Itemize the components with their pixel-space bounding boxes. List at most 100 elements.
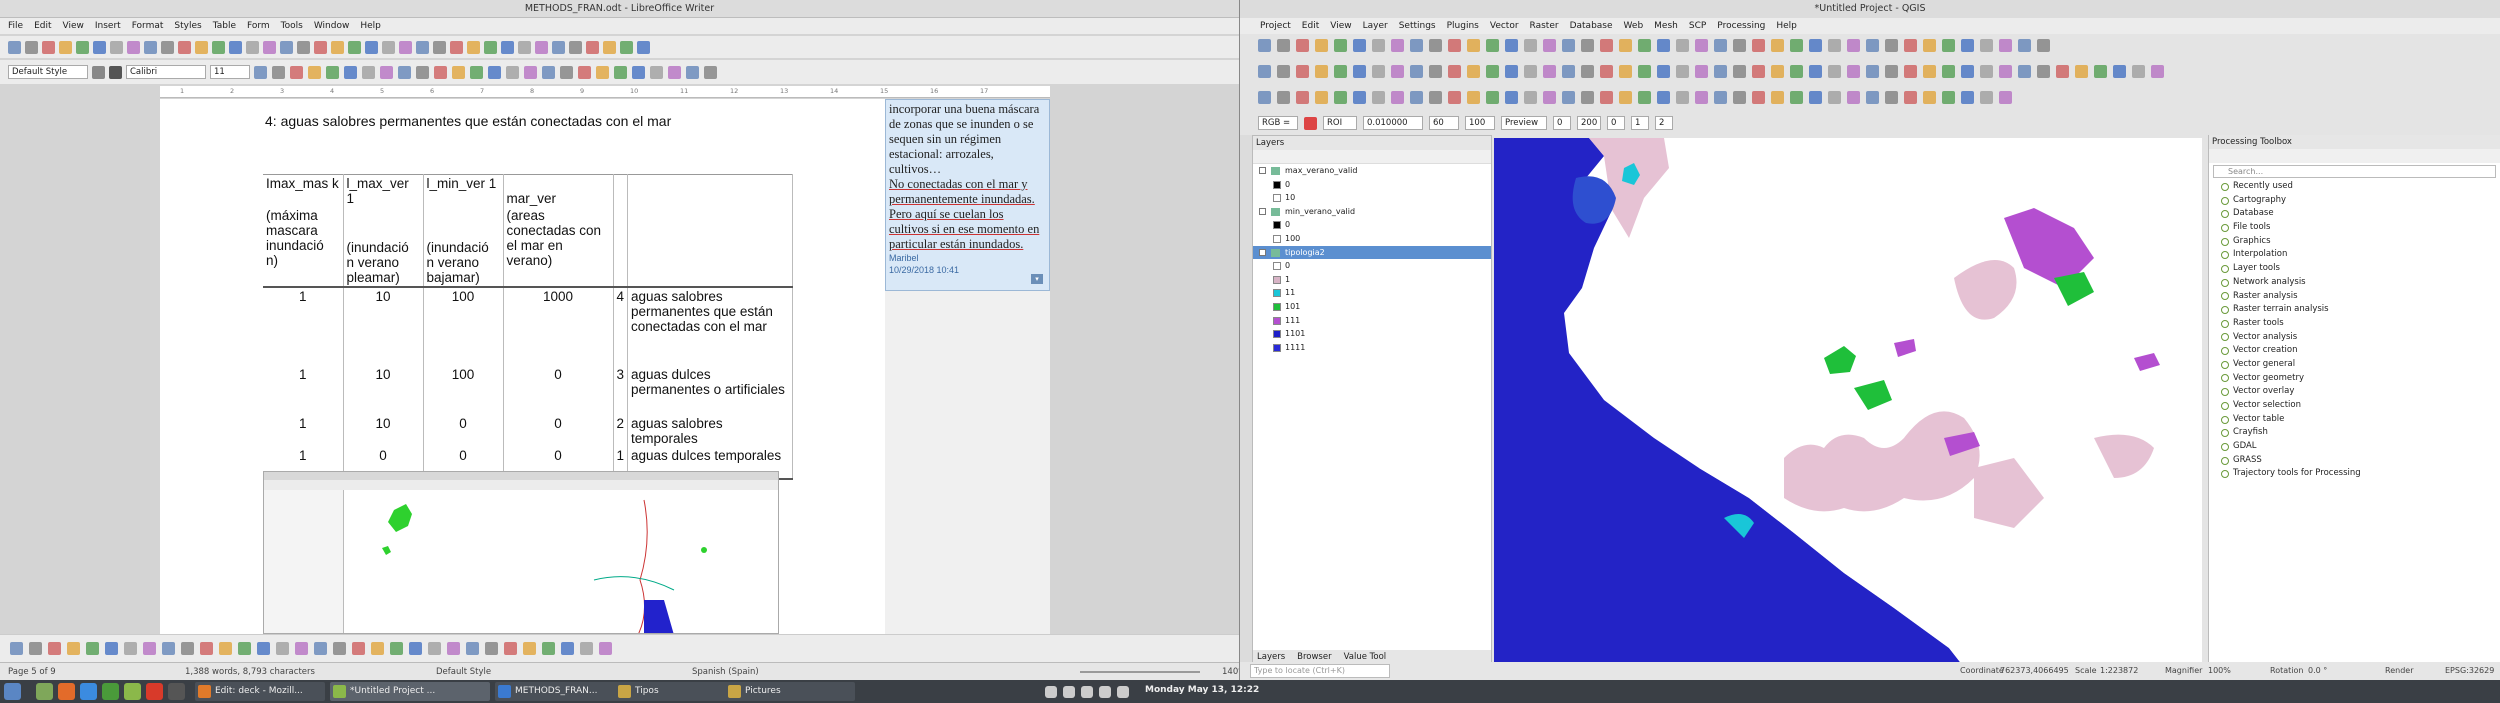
- draw-tool-icon-4[interactable]: [67, 642, 80, 655]
- task-writer[interactable]: METHODS_FRAN...: [495, 682, 625, 701]
- processing-item[interactable]: Vector general: [2209, 358, 2500, 372]
- layer-item[interactable]: 0: [1253, 259, 1491, 273]
- draw-tool-icon-23[interactable]: [428, 642, 441, 655]
- font-name-select[interactable]: Calibri: [126, 65, 206, 79]
- draw-tool-icon-25[interactable]: [466, 642, 479, 655]
- qgis-tool-icon-23[interactable]: [1676, 64, 1689, 78]
- menu-edit[interactable]: Edit: [1302, 18, 1319, 34]
- files-icon[interactable]: [36, 683, 53, 700]
- layer-item[interactable]: 101: [1253, 300, 1491, 314]
- qgis-tool-icon-4[interactable]: [1315, 64, 1328, 78]
- menu-processing[interactable]: Processing: [1717, 18, 1765, 34]
- qgis-tool-icon-20[interactable]: [1619, 64, 1632, 78]
- format-tool-icon-26[interactable]: [704, 65, 717, 79]
- writer-tool-icon-38[interactable]: [637, 40, 650, 54]
- draw-tool-icon-15[interactable]: [276, 642, 289, 655]
- processing-item[interactable]: GDAL: [2209, 440, 2500, 454]
- writer-tool-icon-3[interactable]: [42, 40, 55, 54]
- firefox-icon[interactable]: [58, 683, 75, 700]
- draw-tool-icon-21[interactable]: [390, 642, 403, 655]
- qgis-tool-icon-27[interactable]: [1752, 38, 1765, 52]
- processing-item[interactable]: Cartography: [2209, 194, 2500, 208]
- qgis-tool-icon-27[interactable]: [1752, 90, 1765, 104]
- qgis-tool-icon-39[interactable]: [1980, 90, 1993, 104]
- qgis-tool-icon-33[interactable]: [1866, 64, 1879, 78]
- qgis-tool-icon-2[interactable]: [1277, 38, 1290, 52]
- menu-vector[interactable]: Vector: [1490, 18, 1519, 34]
- qgis-tool-icon-32[interactable]: [1847, 64, 1860, 78]
- writer-tool-icon-13[interactable]: [212, 40, 225, 54]
- scp-field-5[interactable]: 2: [1655, 116, 1673, 130]
- document-page[interactable]: 4: aguas salobres permanentes que están …: [160, 99, 890, 634]
- qgis-tool-icon-25[interactable]: [1714, 90, 1727, 104]
- coordinate-value[interactable]: 762373,4066495: [2000, 662, 2069, 680]
- qgis-tool-icon-35[interactable]: [1904, 64, 1917, 78]
- qgis-tool-icon-34[interactable]: [1885, 64, 1898, 78]
- qgis-tool-icon-19[interactable]: [1600, 90, 1613, 104]
- processing-item[interactable]: Vector overlay: [2209, 385, 2500, 399]
- writer-tool-icon-20[interactable]: [331, 40, 344, 54]
- layer-item[interactable]: 0: [1253, 218, 1491, 232]
- task-folder-pictures[interactable]: Pictures: [725, 682, 855, 701]
- qgis-tool-icon-17[interactable]: [1562, 90, 1575, 104]
- embedded-qgis-screenshot[interactable]: [263, 471, 779, 634]
- qgis-tool-icon-3[interactable]: [1296, 38, 1309, 52]
- qgis-tool-icon-41[interactable]: [2018, 64, 2031, 78]
- qgis-tool-icon-25[interactable]: [1714, 64, 1727, 78]
- layer-item[interactable]: 1111: [1253, 341, 1491, 355]
- qgis-tool-icon-30[interactable]: [1809, 38, 1822, 52]
- draw-tool-icon-6[interactable]: [105, 642, 118, 655]
- qgis-tool-icon-6[interactable]: [1353, 90, 1366, 104]
- format-tool-icon-9[interactable]: [398, 65, 411, 79]
- map-canvas[interactable]: [1494, 138, 2202, 680]
- format-tool-icon-17[interactable]: [542, 65, 555, 79]
- qgis-tool-icon-7[interactable]: [1372, 90, 1385, 104]
- qgis-tool-icon-8[interactable]: [1391, 90, 1404, 104]
- writer-tool-icon-36[interactable]: [603, 40, 616, 54]
- qgis-tool-icon-17[interactable]: [1562, 38, 1575, 52]
- language[interactable]: Spanish (Spain): [692, 663, 759, 680]
- volume-icon[interactable]: [1099, 686, 1111, 698]
- processing-item[interactable]: Raster terrain analysis: [2209, 303, 2500, 317]
- processing-item[interactable]: Layer tools: [2209, 262, 2500, 276]
- processing-item[interactable]: Raster tools: [2209, 317, 2500, 331]
- format-tool-icon-19[interactable]: [578, 65, 591, 79]
- qgis-tool-icon-23[interactable]: [1676, 38, 1689, 52]
- draw-tool-icon-20[interactable]: [371, 642, 384, 655]
- writer-tool-icon-33[interactable]: [552, 40, 565, 54]
- qgis-tool-icon-20[interactable]: [1619, 38, 1632, 52]
- qgis-tool-icon-23[interactable]: [1676, 90, 1689, 104]
- qgis-tool-icon-30[interactable]: [1809, 64, 1822, 78]
- writer-tool-icon-2[interactable]: [25, 40, 38, 54]
- qgis-tool-icon-34[interactable]: [1885, 38, 1898, 52]
- qgis-tool-icon-5[interactable]: [1334, 38, 1347, 52]
- format-tool-icon-5[interactable]: [326, 65, 339, 79]
- qgis-tool-icon-1[interactable]: [1258, 90, 1271, 104]
- writer-tool-icon-37[interactable]: [620, 40, 633, 54]
- scp-roi-button[interactable]: ROI: [1323, 116, 1357, 130]
- menu-database[interactable]: Database: [1570, 18, 1613, 34]
- crs-button[interactable]: EPSG:32629: [2445, 662, 2494, 680]
- format-tool-icon-18[interactable]: [560, 65, 573, 79]
- layer-item[interactable]: 11: [1253, 286, 1491, 300]
- qgis-tool-icon-48[interactable]: [2151, 64, 2164, 78]
- menu-mesh[interactable]: Mesh: [1654, 18, 1678, 34]
- chromium-icon[interactable]: [80, 683, 97, 700]
- qgis-tool-icon-12[interactable]: [1467, 90, 1480, 104]
- processing-item[interactable]: File tools: [2209, 221, 2500, 235]
- render-checkbox[interactable]: Render: [2385, 662, 2413, 680]
- qgis-tool-icon-25[interactable]: [1714, 38, 1727, 52]
- qgis-tool-icon-46[interactable]: [2113, 64, 2126, 78]
- processing-item[interactable]: Raster analysis: [2209, 290, 2500, 304]
- layer-checkbox[interactable]: [1259, 167, 1266, 174]
- qgis-tool-icon-15[interactable]: [1524, 90, 1537, 104]
- menu-file[interactable]: File: [8, 18, 23, 34]
- qgis-tool-icon-41[interactable]: [2018, 38, 2031, 52]
- qgis-launcher-icon[interactable]: [124, 683, 141, 700]
- comment-box[interactable]: incorporar una buena máscara de zonas qu…: [885, 99, 1050, 291]
- qgis-tool-icon-35[interactable]: [1904, 38, 1917, 52]
- format-tool-icon-12[interactable]: [452, 65, 465, 79]
- draw-tool-icon-13[interactable]: [238, 642, 251, 655]
- clock[interactable]: Monday May 13, 12:22: [1145, 685, 1259, 695]
- qgis-tool-icon-37[interactable]: [1942, 64, 1955, 78]
